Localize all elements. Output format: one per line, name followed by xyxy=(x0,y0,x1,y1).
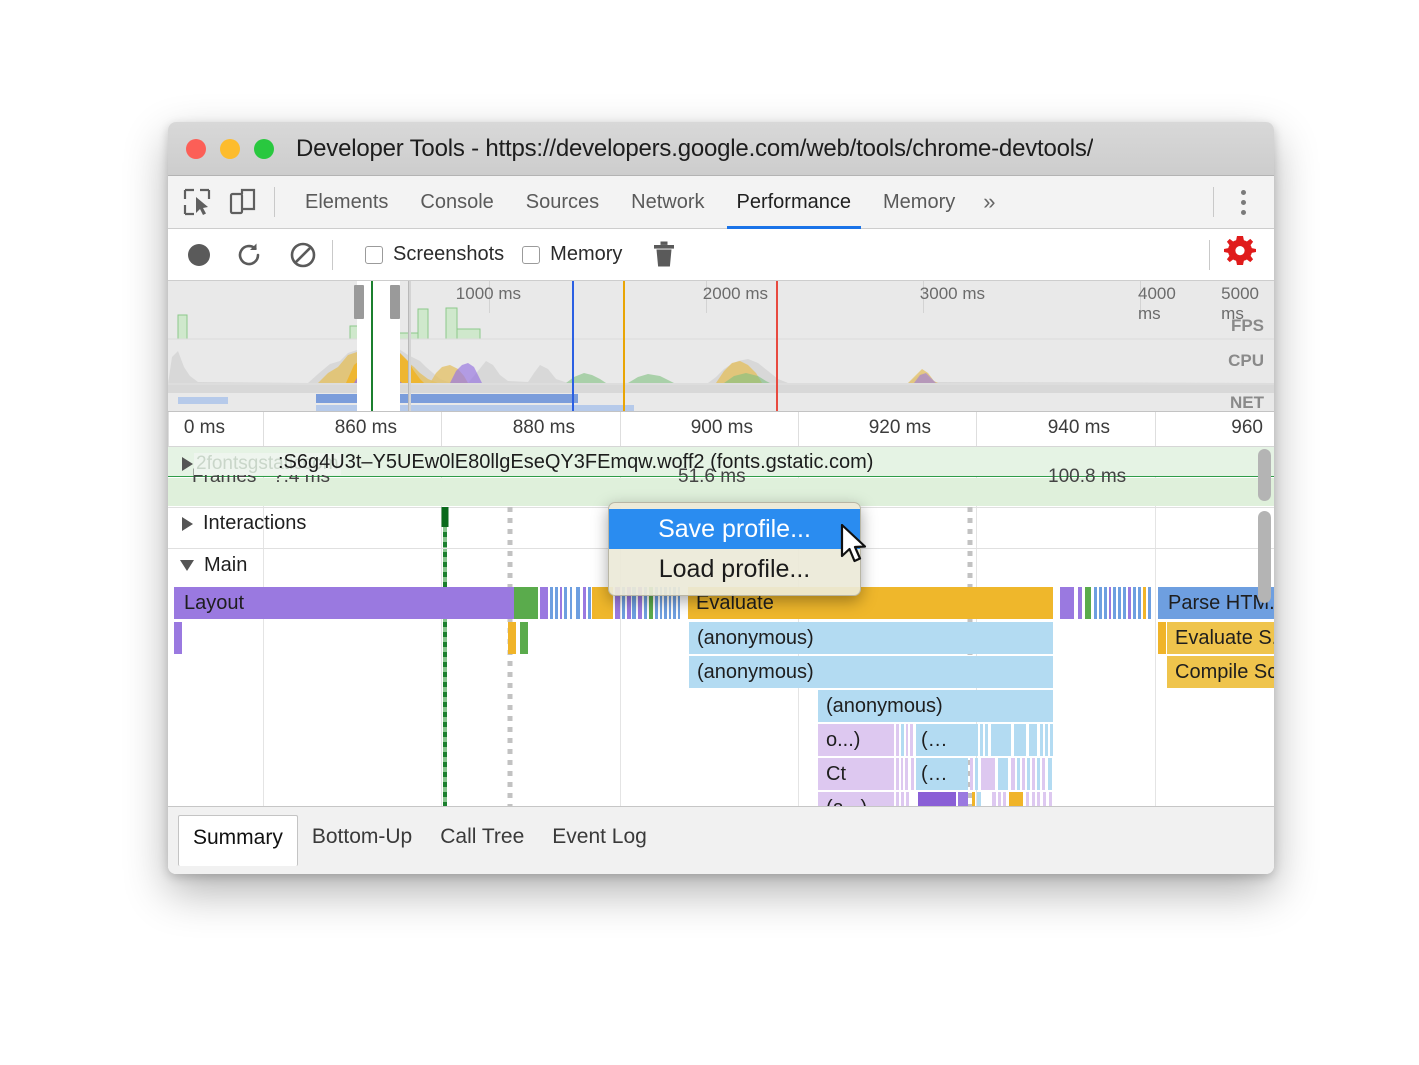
flame-bar-compile-script[interactable]: Compile Sc...ure.js:1) xyxy=(1167,656,1274,688)
flame-bar[interactable] xyxy=(508,622,516,654)
inspect-element-icon[interactable] xyxy=(180,185,214,219)
tab-console[interactable]: Console xyxy=(404,176,509,229)
context-menu-item-save-profile[interactable]: Save profile... xyxy=(609,509,860,549)
reload-and-profile-icon[interactable] xyxy=(234,240,264,270)
screenshots-checkbox[interactable]: Screenshots xyxy=(365,243,504,266)
overview-label-fps: FPS xyxy=(1231,316,1264,336)
device-toolbar-icon[interactable] xyxy=(226,185,260,219)
flame-bar-anonymous-1[interactable]: (anonymous) xyxy=(689,622,1053,654)
flame-bar-evaluate-script[interactable]: Evaluate S...sure.js:1) xyxy=(1167,622,1274,654)
flame-bar[interactable] xyxy=(174,622,182,654)
flame-bar-cluster-c[interactable] xyxy=(1058,587,1153,619)
memory-checkbox-box[interactable] xyxy=(522,246,540,264)
timeline-tick-6: 940 ms xyxy=(1048,417,1115,439)
context-menu[interactable]: Save profile... Load profile... xyxy=(608,502,861,596)
close-window-icon[interactable] xyxy=(186,139,206,159)
toolbar-divider xyxy=(274,187,275,217)
toolbar-divider-right xyxy=(1213,187,1214,217)
timeline-tick-5: 920 ms xyxy=(869,417,936,439)
record-toolbar-divider xyxy=(332,240,333,270)
timeline-tick-3: 880 ms xyxy=(513,417,580,439)
clear-recording-icon[interactable] xyxy=(288,240,318,270)
flame-bar-layout[interactable]: Layout xyxy=(174,587,514,619)
dcl-marker-line xyxy=(371,281,373,411)
timeline-overview[interactable]: 1000 ms 2000 ms 3000 ms 4000 ms 5000 ms xyxy=(168,281,1274,412)
flame-bar[interactable] xyxy=(520,622,528,654)
details-tab-bar: Summary Bottom-Up Call Tree Event Log xyxy=(168,806,1274,874)
devtools-window: Developer Tools - https://developers.goo… xyxy=(168,122,1274,874)
context-menu-item-load-profile[interactable]: Load profile... xyxy=(609,549,860,589)
record-button-icon[interactable] xyxy=(188,244,210,266)
overview-label-cpu: CPU xyxy=(1228,351,1264,371)
window-title: Developer Tools - https://developers.goo… xyxy=(296,135,1093,163)
gear-icon[interactable] xyxy=(1224,236,1256,273)
track-interactions-label: Interactions xyxy=(203,512,306,535)
overview-graphs xyxy=(168,281,1274,412)
tab-sources[interactable]: Sources xyxy=(510,176,615,229)
mouse-cursor-icon xyxy=(840,524,870,566)
network-request-tooltip: :S6g4U3t–Y5UEw0lE80llgEseQY3FEmqw.woff2 … xyxy=(278,451,873,474)
minimize-window-icon[interactable] xyxy=(220,139,240,159)
track-main-label: Main xyxy=(204,554,247,577)
tab-network[interactable]: Network xyxy=(615,176,720,229)
overview-label-net: NET xyxy=(1230,393,1264,412)
screenshot-root: Developer Tools - https://developers.goo… xyxy=(0,0,1419,1065)
tab-summary[interactable]: Summary xyxy=(178,815,298,866)
timeline-tick-4: 900 ms xyxy=(691,417,758,439)
traffic-lights xyxy=(186,139,274,159)
loaded-marker-line xyxy=(572,281,574,411)
chevron-right-icon[interactable] xyxy=(182,457,193,471)
timeline-tick-1: 0 ms xyxy=(184,417,230,439)
flame-bar-ct[interactable]: Ct xyxy=(818,758,894,790)
trash-icon[interactable] xyxy=(650,240,678,270)
flame-bar-paren-2[interactable]: (… xyxy=(913,758,973,790)
memory-label: Memory xyxy=(550,243,622,266)
frame-duration-3: 100.8 ms xyxy=(1048,466,1126,488)
flame-bar[interactable] xyxy=(540,587,548,619)
flame-chart-tracks[interactable]: Network 2fontsgstaticcom :S6g4U3t–Y5UEw0… xyxy=(168,447,1274,826)
scrollbar-thumb-top[interactable] xyxy=(1258,449,1271,501)
timeline-tick-7: 960 xyxy=(1231,417,1268,439)
flame-bar-o[interactable]: o...) xyxy=(818,724,894,756)
flame-bar-anonymous-2[interactable]: (anonymous) xyxy=(689,656,1053,688)
maximize-window-icon[interactable] xyxy=(254,139,274,159)
window-titlebar: Developer Tools - https://developers.goo… xyxy=(168,122,1274,176)
tab-performance[interactable]: Performance xyxy=(721,176,868,229)
track-main-header[interactable]: Main xyxy=(180,554,247,577)
settings-divider xyxy=(1209,240,1210,270)
tab-elements[interactable]: Elements xyxy=(289,176,404,229)
overview-selection-handle-right[interactable] xyxy=(390,285,400,319)
memory-checkbox[interactable]: Memory xyxy=(522,243,622,266)
fmp-marker-line xyxy=(623,281,625,411)
tab-event-log[interactable]: Event Log xyxy=(538,815,661,859)
track-interactions-header[interactable]: Interactions xyxy=(182,512,306,535)
flame-bar-parse-html[interactable]: Parse HTM.../ [705...]) xyxy=(1158,587,1274,619)
performance-toolbar: Screenshots Memory xyxy=(168,229,1274,281)
more-tabs-icon[interactable]: » xyxy=(971,189,1007,215)
timeline-tick-2: 860 ms xyxy=(335,417,402,439)
timeline-ruler: 0 ms 860 ms 880 ms 900 ms 920 ms 940 ms … xyxy=(168,412,1274,447)
chevron-down-icon[interactable] xyxy=(180,560,194,571)
gray-marker-line-2 xyxy=(409,281,411,411)
overview-selection-handle-left[interactable] xyxy=(354,285,364,319)
customize-devtools-menu-icon[interactable] xyxy=(1228,190,1258,215)
screenshots-checkbox-box[interactable] xyxy=(365,246,383,264)
flame-bar-paren-1[interactable]: (… xyxy=(913,724,973,756)
tab-memory[interactable]: Memory xyxy=(867,176,971,229)
tab-call-tree[interactable]: Call Tree xyxy=(426,815,538,859)
flame-bar-anonymous-3[interactable]: (anonymous) xyxy=(818,690,1053,722)
scrollbar-thumb-main[interactable] xyxy=(1258,511,1271,603)
chevron-right-icon[interactable] xyxy=(182,517,193,531)
screenshots-label: Screenshots xyxy=(393,243,504,266)
devtools-tab-bar: Elements Console Sources Network Perform… xyxy=(168,176,1274,229)
flame-bar[interactable] xyxy=(1158,622,1166,654)
onload-marker-line xyxy=(776,281,778,411)
flame-bar[interactable] xyxy=(514,587,538,619)
tab-bottom-up[interactable]: Bottom-Up xyxy=(298,815,426,859)
